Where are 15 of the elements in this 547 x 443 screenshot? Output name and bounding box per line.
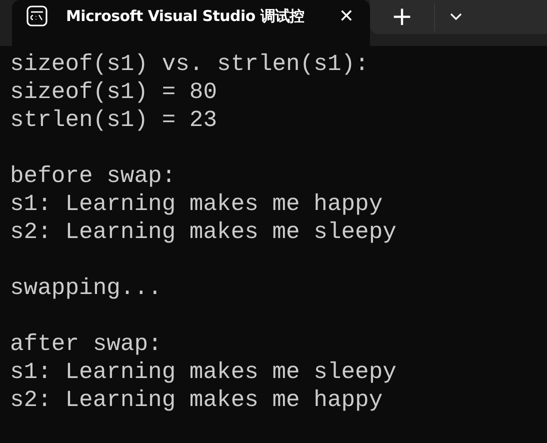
terminal-icon: [26, 5, 48, 27]
terminal-tab[interactable]: Microsoft Visual Studio 调试控 ✕: [12, 0, 370, 46]
console-line: s1: Learning makes me happy: [10, 190, 384, 218]
console-line: s1: Learning makes me sleepy: [10, 358, 398, 386]
console-line: strlen(s1) = 23: [10, 106, 218, 134]
tab-title: Microsoft Visual Studio 调试控: [66, 6, 304, 26]
console-line: s2: Learning makes me happy: [10, 386, 384, 414]
console-line: s2: Learning makes me sleepy: [10, 218, 398, 246]
console-line: swapping...: [10, 274, 163, 302]
console-line: sizeof(s1) = 80: [10, 78, 218, 106]
chevron-down-icon: [449, 12, 463, 22]
console-line: after swap:: [10, 330, 163, 358]
console-line: sizeof(s1) vs. strlen(s1):: [10, 50, 370, 78]
console-line: before swap:: [10, 162, 177, 190]
close-button[interactable]: ✕: [338, 6, 354, 26]
